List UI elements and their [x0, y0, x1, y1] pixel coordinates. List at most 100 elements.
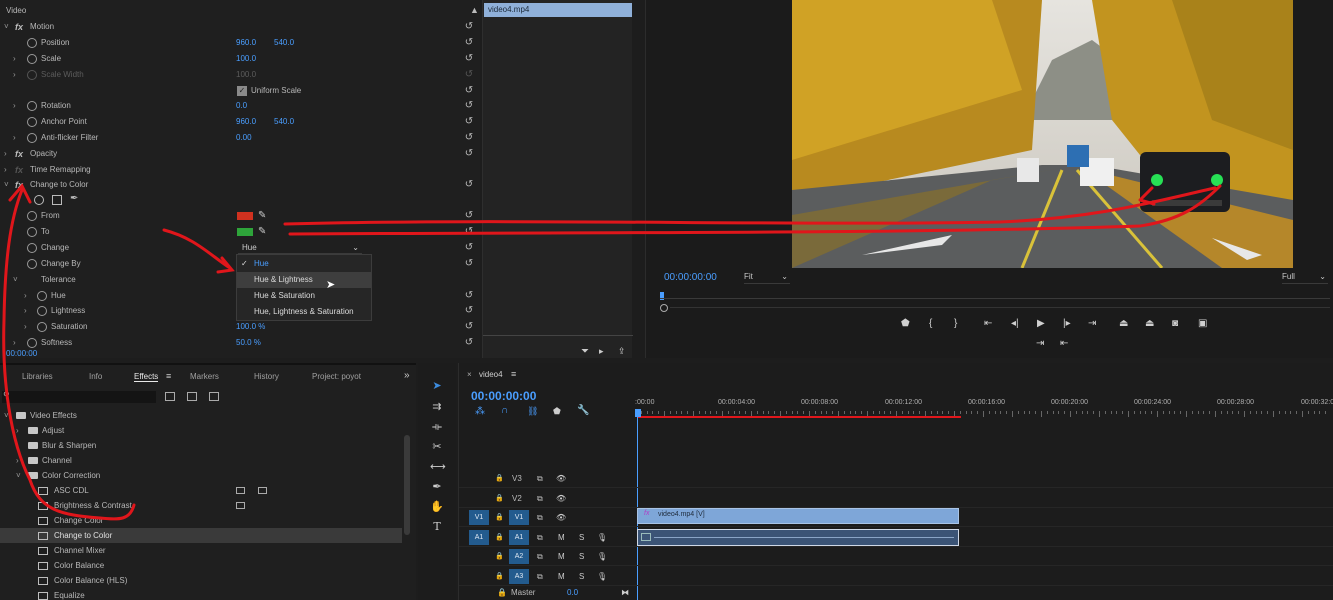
ellipse-mask-icon[interactable] [34, 195, 44, 205]
anchor-y-value[interactable]: 540.0 [274, 114, 294, 130]
stopwatch-icon[interactable] [27, 243, 37, 253]
sync-lock-icon[interactable]: ⧉ [537, 528, 543, 547]
effect-controls-scrollbar[interactable] [483, 335, 633, 341]
change-dropdown-menu[interactable]: ✓ Hue Hue & Lightness ➤ Hue & Saturation… [236, 254, 372, 321]
fx-icon[interactable]: fx [15, 146, 23, 162]
add-marker-icon[interactable]: ⬟ [553, 406, 561, 417]
effect-controls-timecode[interactable]: 00:00:00 [6, 349, 37, 358]
mute-button[interactable]: M [558, 528, 565, 547]
audio-clip[interactable] [637, 529, 959, 546]
lock-icon[interactable]: 🔒 [495, 489, 504, 508]
overwrite-icon[interactable]: ⇤ [1060, 338, 1068, 349]
softness-value[interactable]: 50.0 % [236, 335, 261, 351]
chevron-right-icon[interactable]: › [4, 162, 7, 178]
menu-icon[interactable]: ≡ [166, 371, 171, 381]
playhead-handle[interactable] [635, 409, 641, 417]
step-back-icon[interactable]: ◂| [1011, 318, 1019, 329]
sync-lock-icon[interactable]: ⧉ [537, 547, 543, 566]
fx-icon[interactable]: fx [15, 177, 23, 193]
filter-icon[interactable]: ⏷ [581, 346, 589, 357]
stopwatch-icon[interactable] [37, 306, 47, 316]
clip-bar[interactable]: video4.mp4 [484, 3, 632, 17]
lock-icon[interactable]: 🔒 [495, 508, 504, 527]
reset-icon[interactable]: ↺ [464, 86, 474, 96]
chevron-down-icon[interactable]: ˅ [4, 19, 9, 35]
type-tool-icon[interactable]: T [430, 520, 444, 534]
tab-project[interactable]: Project: poyot [312, 372, 361, 381]
stopwatch-icon[interactable] [27, 211, 37, 221]
to-color-swatch[interactable] [237, 228, 253, 236]
sync-lock-icon[interactable]: ⧉ [537, 489, 543, 508]
reset-icon[interactable]: ↺ [464, 54, 474, 64]
effects-folder[interactable]: › Blur & Sharpen [0, 438, 402, 453]
effects-search-input[interactable]: ⚲ [2, 390, 156, 403]
reset-icon[interactable]: ↺ [464, 149, 474, 159]
anti-flicker-value[interactable]: 0.00 [236, 130, 252, 146]
play-only-icon[interactable]: ▸ [599, 346, 604, 357]
mute-button[interactable]: M [558, 567, 565, 586]
resolution-select[interactable]: Full ⌄ [1282, 272, 1328, 284]
32bit-effects-icon[interactable] [187, 392, 197, 401]
saturation-value[interactable]: 100.0 % [236, 319, 265, 335]
eyedropper-icon[interactable]: ✎ [258, 224, 266, 240]
selection-tool-icon[interactable]: ➤ [430, 379, 444, 393]
effects-item[interactable]: Channel Mixer [0, 543, 402, 558]
anchor-x-value[interactable]: 960.0 [236, 114, 256, 130]
effects-item[interactable]: Color Balance [0, 558, 402, 573]
position-y-value[interactable]: 540.0 [274, 35, 294, 51]
razor-tool-icon[interactable]: ✂ [430, 440, 444, 454]
effects-folder[interactable]: › Adjust [0, 423, 402, 438]
effects-folder[interactable]: › Channel [0, 453, 402, 468]
go-to-in-icon[interactable]: ⇤ [984, 318, 992, 329]
compare-icon[interactable]: ▣ [1198, 318, 1207, 329]
lock-icon[interactable]: 🔒 [495, 547, 504, 566]
chevron-down-icon[interactable]: ˅ [13, 272, 18, 288]
camera-icon[interactable]: ◙ [1172, 318, 1178, 329]
chevron-right-icon[interactable]: › [13, 98, 16, 114]
lift-icon[interactable]: ⏏ [1119, 318, 1128, 329]
stopwatch-icon[interactable] [27, 133, 37, 143]
dropdown-option-hue[interactable]: ✓ Hue [237, 256, 371, 272]
zoom-handle[interactable] [660, 304, 668, 312]
stopwatch-icon[interactable] [27, 259, 37, 269]
wrench-icon[interactable]: 🔧 [577, 405, 589, 416]
effects-item[interactable]: Change to Color [0, 528, 402, 543]
chevron-right-icon[interactable]: › [13, 130, 16, 146]
mic-icon[interactable]: 🎙 [597, 528, 607, 547]
mark-in-icon[interactable]: { [929, 318, 932, 329]
stopwatch-icon[interactable] [27, 38, 37, 48]
linked-selection-icon[interactable]: ⛓ [527, 406, 538, 417]
stopwatch-icon[interactable] [27, 227, 37, 237]
play-icon[interactable]: ▶ [1037, 318, 1045, 329]
snap-icon[interactable]: ∩ [501, 405, 508, 416]
chevron-down-icon[interactable]: ˅ [16, 468, 21, 483]
lock-icon[interactable]: 🔒 [497, 585, 507, 600]
effects-item[interactable]: Equalize [0, 588, 402, 600]
stopwatch-icon[interactable] [37, 291, 47, 301]
reset-icon[interactable]: ↺ [464, 291, 474, 301]
pen-tool-icon[interactable]: ✒ [430, 480, 444, 494]
sequence-tab[interactable]: video4 [479, 370, 503, 379]
pen-mask-icon[interactable]: ✒ [70, 193, 78, 204]
yuv-effects-icon[interactable] [209, 392, 219, 401]
dropdown-option-hue-saturation[interactable]: Hue & Saturation [237, 288, 371, 304]
change-select[interactable]: Hue ⌄ [238, 242, 362, 254]
sync-lock-icon[interactable]: ⧉ [537, 567, 543, 586]
solo-button[interactable]: S [579, 567, 584, 586]
reset-icon[interactable]: ↺ [464, 306, 474, 316]
tab-effects[interactable]: Effects [134, 372, 159, 382]
eye-icon[interactable]: 👁 [556, 489, 566, 508]
tab-info[interactable]: Info [89, 372, 102, 381]
effects-folder[interactable]: ˅ Color Correction [0, 468, 402, 483]
close-icon[interactable]: × [467, 370, 472, 379]
solo-button[interactable]: S [579, 528, 584, 547]
chevron-right-icon[interactable]: › [16, 453, 19, 468]
track-select-tool-icon[interactable]: ⇉ [430, 400, 444, 414]
motion-row[interactable]: ˅ fx Motion [0, 19, 478, 35]
stopwatch-icon[interactable] [27, 117, 37, 127]
chevron-right-icon[interactable]: › [4, 146, 7, 162]
effects-item[interactable]: Brightness & Contrast [0, 498, 402, 513]
solo-button[interactable]: S [579, 547, 584, 566]
effects-scrollbar[interactable] [404, 435, 410, 535]
eye-icon[interactable]: 👁 [556, 508, 566, 527]
